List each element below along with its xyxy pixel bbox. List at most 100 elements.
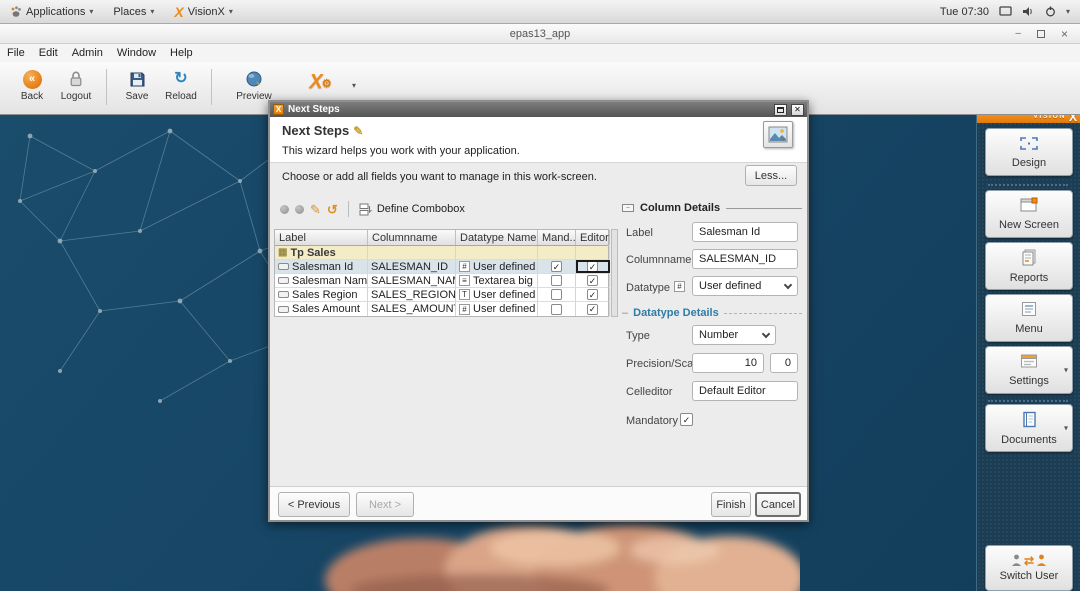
mandatory-checkbox[interactable] [551, 275, 562, 286]
editor-checkbox[interactable]: ✓ [587, 304, 598, 315]
celleditor-input[interactable] [692, 381, 798, 401]
preview-button[interactable]: Preview [232, 67, 276, 104]
lock-icon [68, 69, 84, 89]
visionx-logo-icon: X [174, 4, 183, 20]
close-button[interactable]: × [1061, 27, 1068, 41]
sidebar-button-settings[interactable]: Settings ▾ [985, 346, 1073, 394]
col-header-columnname[interactable]: Columnname [368, 230, 456, 245]
dialog-header: Next Steps✎ This wizard helps you work w… [270, 117, 807, 163]
next-steps-dialog: X Next Steps ✕ Next Steps✎ This wizard h… [268, 100, 809, 522]
table-group-row[interactable]: ▦Tp Sales [275, 246, 608, 260]
type-combobox[interactable]: Number [692, 325, 776, 345]
sidebar-button-documents[interactable]: Documents ▾ [985, 404, 1073, 452]
finish-button[interactable]: Finish [711, 492, 751, 517]
wizard-title-text: Next Steps [282, 123, 349, 138]
visionx-menu[interactable]: X VisionX ▾ [164, 0, 242, 23]
previous-button[interactable]: < Previous [278, 492, 350, 517]
editor-checkbox[interactable]: ✓ [587, 289, 598, 300]
edit-icon[interactable]: ✎ [310, 203, 321, 216]
sidebar-button-design[interactable]: Design [985, 128, 1073, 176]
divider [724, 313, 802, 314]
cell-datatype: Textarea big [473, 275, 533, 287]
dialog-close-button[interactable]: ✕ [791, 104, 804, 116]
sidebar-separator [988, 400, 1068, 402]
chevron-down-icon[interactable]: ▾ [1064, 366, 1068, 375]
columnname-input[interactable] [692, 249, 798, 269]
sidebar-button-new-screen[interactable]: New Screen [985, 190, 1073, 238]
mandatory-checkbox[interactable]: ✓ [551, 261, 562, 272]
editor-checkbox[interactable]: ✓ [587, 275, 598, 286]
datatype-combobox[interactable]: User defined [692, 276, 798, 296]
sidebar-button-label: Settings [1009, 375, 1049, 387]
switch-user-button[interactable]: ⇄ Switch User [985, 545, 1073, 591]
menu-window[interactable]: Window [110, 47, 163, 59]
visionx-label: VisionX [188, 6, 225, 18]
places-menu[interactable]: Places ▾ [103, 0, 164, 23]
save-button[interactable]: Save [115, 67, 159, 104]
collapse-panel-icon[interactable]: – [622, 204, 634, 212]
col-header-editor[interactable]: Editor [576, 230, 610, 245]
mandatory-checkbox[interactable] [551, 289, 562, 300]
menu-edit[interactable]: Edit [32, 47, 65, 59]
less-button[interactable]: Less... [745, 165, 797, 186]
column-details-header: – Column Details [622, 202, 802, 214]
collapse-dash-icon[interactable]: – [622, 307, 628, 319]
reload-button[interactable]: ↻ Reload [159, 67, 203, 104]
back-button[interactable]: « Back [10, 67, 54, 104]
visionx-tool-button[interactable]: X⚙ [294, 67, 338, 97]
table-row[interactable]: Salesman Id SALESMAN_ID #User defined ✓ … [275, 260, 608, 274]
sidebar-button-label: New Screen [999, 219, 1059, 231]
number-datatype-icon: # [459, 304, 470, 315]
wizard-image-button[interactable] [763, 121, 793, 148]
define-combobox-button[interactable]: Define Combobox [359, 203, 465, 216]
cancel-button[interactable]: Cancel [755, 492, 801, 517]
chevron-down-icon[interactable]: ▾ [1064, 424, 1068, 433]
chevron-down-icon[interactable]: ▾ [1066, 7, 1070, 16]
power-icon[interactable] [1045, 6, 1056, 17]
sidebar-button-label: Reports [1010, 272, 1049, 284]
dialog-title-bar[interactable]: X Next Steps ✕ [270, 102, 807, 117]
minimize-button[interactable]: – [1015, 28, 1021, 39]
define-combobox-label: Define Combobox [377, 203, 465, 215]
table-header-row: Label Columnname Datatype Name Mand... E… [275, 230, 608, 246]
clock: Tue 07:30 [940, 6, 989, 18]
datatype-details-title: Datatype Details [633, 307, 719, 319]
cell-datatype: User defined [473, 261, 535, 273]
logout-button[interactable]: Logout [54, 67, 98, 104]
table-row[interactable]: Salesman Name SALESMAN_NAME ≡Textarea bi… [275, 274, 608, 288]
mandatory-checkbox[interactable] [551, 304, 562, 315]
applications-menu[interactable]: Applications ▾ [0, 0, 103, 23]
chevron-down-icon [762, 329, 770, 337]
sidebar-button-reports[interactable]: Reports [985, 242, 1073, 290]
field-icon [278, 277, 289, 284]
cell-label: Sales Amount [292, 303, 360, 315]
dialog-visionx-icon: X [273, 104, 284, 115]
col-header-datatype[interactable]: Datatype Name [456, 230, 538, 245]
sidebar-button-menu[interactable]: Menu [985, 294, 1073, 342]
table-row[interactable]: Sales Amount SALES_AMOUNT #User defined … [275, 302, 608, 316]
table-row[interactable]: Sales Region SALES_REGION TUser defined … [275, 288, 608, 302]
table-scrollbar[interactable] [611, 229, 618, 317]
volume-icon[interactable] [1022, 6, 1035, 17]
col-header-mandatory[interactable]: Mand... [538, 230, 576, 245]
back-label: Back [21, 91, 43, 102]
menu-admin[interactable]: Admin [65, 47, 110, 59]
undo-icon[interactable]: ↺ [327, 203, 338, 216]
label-input[interactable] [692, 222, 798, 242]
next-button: Next > [356, 492, 414, 517]
maximize-button[interactable] [1037, 30, 1045, 38]
system-top-bar: Applications ▾ Places ▾ X VisionX ▾ Tue … [0, 0, 1080, 24]
mandatory-checkbox[interactable]: ✓ [680, 413, 693, 426]
chevron-down-icon[interactable]: ▾ [352, 81, 356, 90]
menu-file[interactable]: File [0, 47, 32, 59]
dialog-maximize-button[interactable] [774, 104, 787, 116]
datatype-value: User defined [699, 280, 761, 292]
menu-help[interactable]: Help [163, 47, 200, 59]
editor-checkbox[interactable]: ✓ [587, 261, 598, 272]
field-icon [278, 291, 289, 298]
window-title: epas13_app [0, 28, 1080, 40]
display-icon[interactable] [999, 6, 1012, 17]
precision-input[interactable] [692, 353, 764, 373]
scale-input[interactable] [770, 353, 798, 373]
col-header-label[interactable]: Label [275, 230, 368, 245]
